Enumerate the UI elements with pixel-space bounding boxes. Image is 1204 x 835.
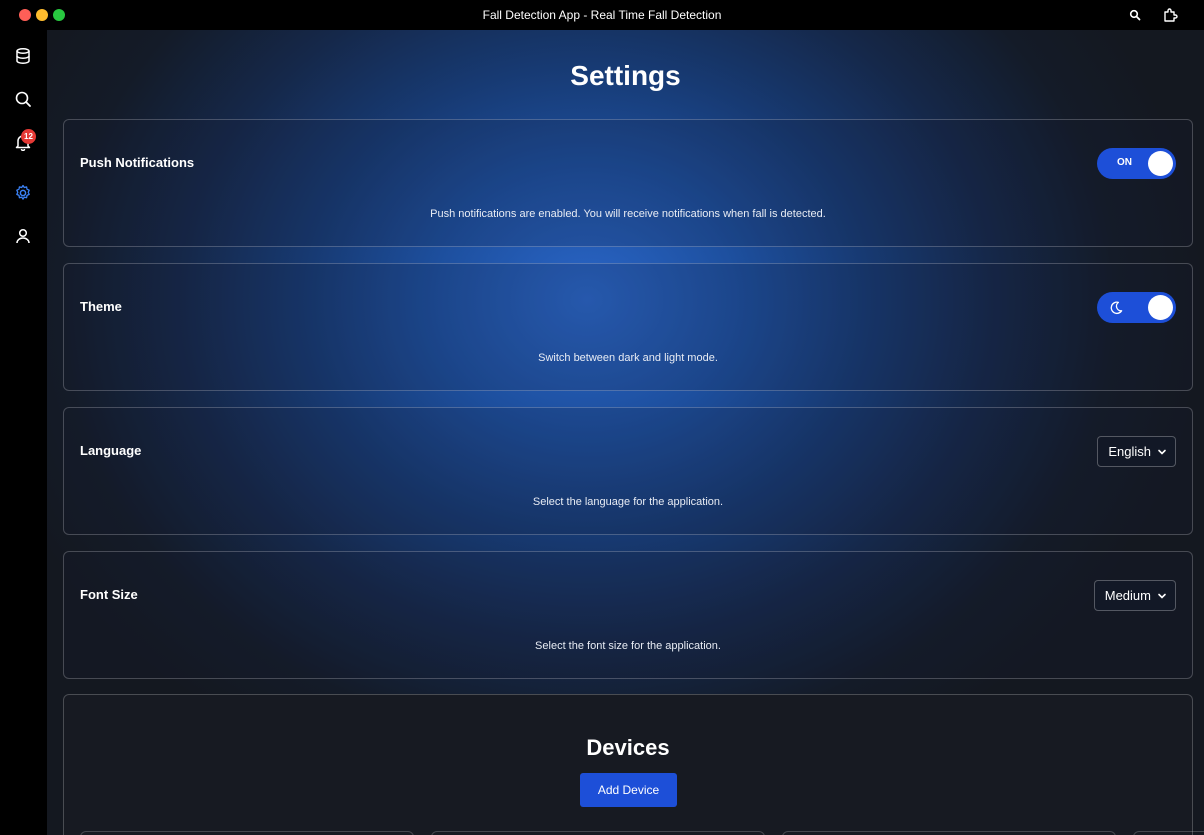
chevron-down-icon bbox=[1158, 593, 1166, 599]
extension-icon[interactable] bbox=[1161, 6, 1179, 24]
select-value: Medium bbox=[1104, 588, 1151, 603]
settings-page: Settings Push Notifications ON Push noti… bbox=[47, 30, 1204, 835]
setting-label: Theme bbox=[80, 299, 122, 314]
devices-title: Devices bbox=[586, 735, 670, 760]
setting-description: Push notifications are enabled. You will… bbox=[430, 208, 826, 220]
setting-description: Switch between dark and light mode. bbox=[538, 352, 718, 364]
font-size-select[interactable]: Medium bbox=[1093, 580, 1176, 611]
devices-section: Devices Add Device bbox=[63, 694, 1204, 835]
search-icon[interactable] bbox=[1126, 6, 1144, 24]
setting-description: Select the font size for the application… bbox=[535, 640, 721, 652]
sidebar: 12 bbox=[0, 30, 47, 835]
page-title: Settings bbox=[570, 60, 681, 91]
device-card[interactable] bbox=[782, 831, 1116, 835]
notification-badge: 12 bbox=[21, 129, 36, 144]
setting-push-notifications: Push Notifications ON Push notifications… bbox=[63, 119, 1193, 247]
select-value: English bbox=[1108, 444, 1151, 459]
database-icon[interactable] bbox=[12, 45, 34, 67]
device-card[interactable] bbox=[1133, 831, 1204, 835]
setting-theme: Theme Switch between dark and light mode… bbox=[63, 263, 1193, 391]
device-card[interactable] bbox=[431, 831, 765, 835]
toggle-knob bbox=[1148, 295, 1173, 320]
toggle-state-label: ON bbox=[1117, 157, 1132, 168]
gear-icon[interactable] bbox=[12, 182, 34, 204]
setting-label: Font Size bbox=[80, 587, 138, 602]
moon-icon bbox=[1110, 301, 1123, 315]
setting-label: Push Notifications bbox=[80, 155, 195, 170]
chevron-down-icon bbox=[1158, 449, 1166, 455]
toggle-knob bbox=[1148, 151, 1173, 176]
theme-toggle[interactable] bbox=[1097, 292, 1176, 323]
setting-description: Select the language for the application. bbox=[532, 496, 724, 508]
device-card[interactable] bbox=[80, 831, 414, 835]
search-icon[interactable] bbox=[12, 88, 34, 110]
title-bar: Fall Detection App - Real Time Fall Dete… bbox=[0, 0, 1204, 30]
setting-font-size: Font Size Medium Select the font size fo… bbox=[63, 551, 1193, 679]
user-icon[interactable] bbox=[12, 225, 34, 247]
setting-label: Language bbox=[80, 443, 142, 458]
add-device-button[interactable]: Add Device bbox=[580, 773, 677, 807]
window-title: Fall Detection App - Real Time Fall Dete… bbox=[482, 8, 722, 22]
push-notifications-toggle[interactable]: ON bbox=[1097, 148, 1176, 179]
setting-language: Language English Select the language for… bbox=[63, 407, 1193, 535]
language-select[interactable]: English bbox=[1097, 436, 1176, 467]
